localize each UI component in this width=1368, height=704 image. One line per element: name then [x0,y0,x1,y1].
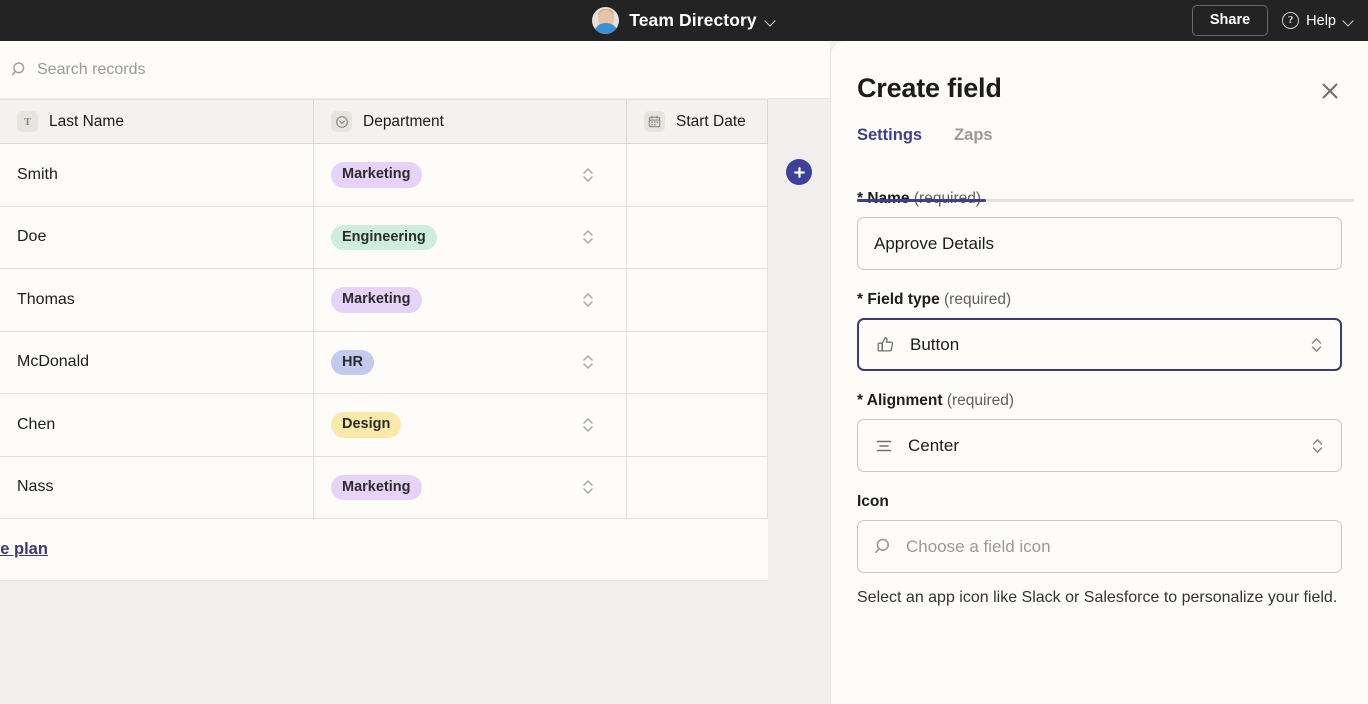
cell-department[interactable]: Marketing [314,144,627,206]
panel-header: Create field [831,41,1368,104]
search-icon [874,537,893,556]
align-center-icon [874,436,894,456]
text-field-icon: T [17,111,38,132]
table-row[interactable]: Nass Marketing [0,456,768,519]
tab-zaps[interactable]: Zaps [954,126,993,161]
search-icon [11,61,28,78]
avatar [592,7,620,34]
table-row[interactable]: Thomas Marketing [0,269,768,332]
tab-rail-active-indicator [857,199,986,202]
table-row[interactable]: Smith Marketing [0,144,768,207]
chevron-updown-icon[interactable] [580,290,596,310]
cell-start-date[interactable] [627,144,768,206]
single-select-icon [331,111,352,132]
icon-helper-text: Select an app icon like Slack or Salesfo… [857,589,1338,606]
chevron-updown-icon[interactable] [580,477,596,497]
status-badge: Engineering [331,224,437,250]
cell-department[interactable]: HR [314,331,627,393]
column-label: Department [363,112,444,130]
create-field-panel: Create field Settings Zaps * Name (requi… [830,41,1368,704]
chevron-updown-icon[interactable] [580,227,596,247]
icon-search-input[interactable]: Choose a field icon [857,520,1342,573]
table-row[interactable]: Doe Engineering [0,206,768,269]
cell-last-name[interactable]: Chen [0,394,314,456]
panel-title: Create field [857,73,1002,103]
name-input-value: Approve Details [874,233,995,253]
field-type-value: Button [910,334,960,354]
name-input[interactable]: Approve Details [857,217,1342,270]
alignment-label: * Alignment (required) [857,392,1342,410]
chevron-updown-icon[interactable] [580,415,596,435]
column-label: Start Date [676,112,746,130]
column-header-start-date[interactable]: Start Date [627,100,768,143]
calendar-icon [644,111,665,132]
thumbs-up-icon [875,334,896,355]
help-button[interactable]: ? Help [1282,12,1354,29]
records-table: T Last Name Department Start Date Smith … [0,99,768,581]
status-badge: Marketing [331,474,422,500]
document-title-group[interactable]: Team Directory [0,0,1368,41]
chevron-updown-icon[interactable] [580,165,596,185]
table-header-row: T Last Name Department Start Date [0,99,768,144]
icon-input-placeholder: Choose a field icon [906,536,1051,556]
status-badge: Marketing [331,162,422,188]
workspace: Search records T Last Name Department St… [0,41,830,704]
top-bar-actions: Share ? Help [1191,0,1354,41]
field-type-select[interactable]: Button [857,318,1342,371]
cell-last-name[interactable]: McDonald [0,331,314,393]
chevron-down-icon [1343,15,1354,26]
cell-last-name[interactable]: Doe [0,206,314,268]
field-type-label-text: * Field type [857,291,940,308]
question-circle-icon: ? [1282,12,1300,29]
chevron-down-icon[interactable] [765,15,776,26]
plus-icon [793,166,805,178]
status-badge: HR [331,349,374,375]
icon-label-text: Icon [857,493,889,510]
chevron-updown-icon[interactable] [1309,335,1324,354]
column-header-department[interactable]: Department [314,100,627,143]
cell-department[interactable]: Design [314,394,627,456]
column-label: Last Name [49,112,124,130]
chevron-updown-icon[interactable] [1310,436,1325,455]
field-type-label: * Field type (required) [857,291,1342,309]
cell-start-date[interactable] [627,394,768,456]
table-row[interactable]: Chen Design [0,394,768,457]
upgrade-plan-link[interactable]: ade plan [0,540,48,559]
status-badge: Design [331,412,402,438]
table-row[interactable]: McDonald HR [0,331,768,394]
alignment-value: Center [908,435,960,455]
search-bar[interactable]: Search records [0,41,830,99]
field-type-label-hint: (required) [944,291,1012,308]
top-bar: Team Directory Share ? Help [0,0,1368,41]
cell-start-date[interactable] [627,269,768,331]
app-root: Team Directory Share ? Help Search recor… [0,0,1368,704]
add-field-button[interactable] [786,159,812,185]
alignment-label-hint: (required) [946,392,1015,409]
close-icon[interactable] [1318,79,1342,103]
cell-start-date[interactable] [627,206,768,268]
panel-tabs: Settings Zaps [831,104,1368,161]
cell-start-date[interactable] [627,331,768,393]
table-footer-row: ade plan [0,519,768,581]
cell-last-name[interactable]: Nass [0,456,314,518]
cell-department[interactable]: Marketing [314,456,627,518]
share-button[interactable]: Share [1191,5,1269,36]
column-header-last-name[interactable]: T Last Name [0,100,314,143]
page-title: Team Directory [629,10,757,30]
tab-settings[interactable]: Settings [857,126,922,161]
cell-start-date[interactable] [627,456,768,518]
cell-last-name[interactable]: Thomas [0,269,314,331]
create-field-form: * Name (required) Approve Details * Fiel… [831,161,1368,610]
icon-field-label: Icon [857,493,1342,511]
alignment-select[interactable]: Center [857,419,1342,472]
cell-department[interactable]: Engineering [314,206,627,268]
cell-last-name[interactable]: Smith [0,144,314,206]
search-input[interactable]: Search records [37,61,146,79]
alignment-label-text: * Alignment [857,392,943,409]
cell-department[interactable]: Marketing [314,269,627,331]
table-body: Smith Marketing Doe Engineering Thomas Market… [0,144,768,519]
chevron-updown-icon[interactable] [580,352,596,372]
status-badge: Marketing [331,287,422,313]
help-label: Help [1306,12,1336,29]
